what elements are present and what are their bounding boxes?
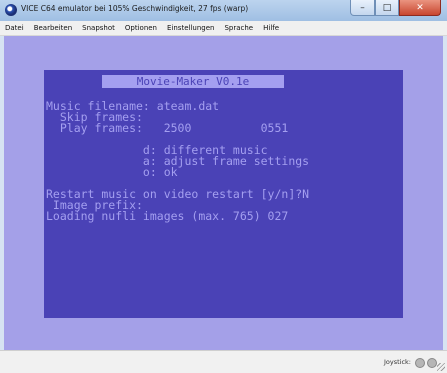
menu-einstellungen[interactable]: Einstellungen [162,24,219,32]
emulator-window: VICE C64 emulator bei 105% Geschwindigke… [0,0,447,373]
menu-datei[interactable]: Datei [0,24,29,32]
status-bar: Joystick: [0,350,447,373]
maximize-button[interactable]: □ [375,0,399,16]
vice-c64-icon [5,4,17,16]
close-button[interactable]: ✕ [399,0,441,16]
loading-images-line: Loading nufli images (max. 765) 027 [46,209,289,223]
play-frames-line: Play frames: 2500 0551 [46,121,289,135]
joystick-port-2-icon[interactable] [427,358,437,368]
title-bar[interactable]: VICE C64 emulator bei 105% Geschwindigke… [0,0,447,21]
menu-bar: Datei Bearbeiten Snapshot Optionen Einst… [0,21,447,36]
menu-sprache[interactable]: Sprache [219,24,258,32]
c64-screen-border[interactable]: Movie-Maker V0.1e Music filename: ateam.… [4,36,443,350]
menu-bearbeiten[interactable]: Bearbeiten [29,24,77,32]
resize-grip[interactable] [437,363,445,371]
window-title: VICE C64 emulator bei 105% Geschwindigke… [21,4,249,13]
minimize-button[interactable]: – [350,0,375,16]
option-ok: o: ok [46,165,178,179]
joystick-label: Joystick: [383,358,411,366]
menu-optionen[interactable]: Optionen [120,24,162,32]
menu-snapshot[interactable]: Snapshot [77,24,120,32]
menu-hilfe[interactable]: Hilfe [258,24,284,32]
joystick-port-1-icon[interactable] [415,358,425,368]
movie-maker-header: Movie-Maker V0.1e [102,75,284,88]
window-controls: – □ ✕ [350,0,441,17]
